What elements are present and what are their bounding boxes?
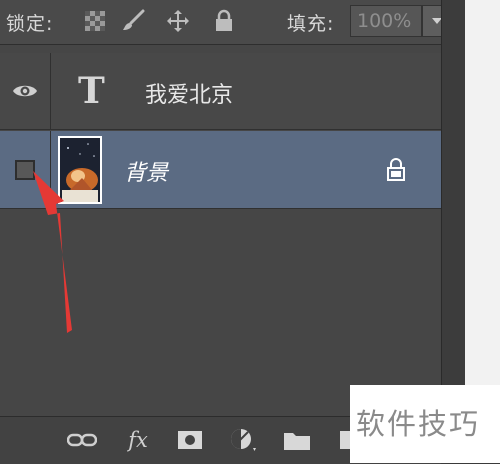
layer-name[interactable]: 我爱北京	[145, 77, 233, 109]
fill-label: 填充:	[287, 13, 335, 35]
lock-label: 锁定:	[6, 13, 54, 35]
lock-all-icon[interactable]	[211, 8, 237, 34]
visibility-toggle[interactable]	[0, 131, 51, 208]
lock-position-icon[interactable]	[165, 8, 191, 34]
watermark: 软件技巧	[350, 385, 500, 463]
watermark-text: 软件技巧	[356, 407, 481, 441]
eye-icon	[13, 85, 37, 97]
layer-style-icon[interactable]: fx	[122, 427, 154, 453]
layer-thumbnail[interactable]	[58, 136, 102, 204]
visibility-toggle[interactable]	[0, 53, 51, 129]
lock-bar: 锁定: 填充: 100%	[0, 0, 452, 45]
lock-transparent-pixels-icon[interactable]	[82, 8, 108, 34]
layer-row-text[interactable]: T 我爱北京	[0, 53, 441, 130]
adjustment-layer-icon[interactable]	[228, 427, 260, 453]
link-layers-icon[interactable]	[66, 427, 98, 453]
lock-image-pixels-icon[interactable]	[120, 8, 146, 34]
layer-name[interactable]: 背景	[124, 155, 168, 187]
fill-input[interactable]: 100%	[350, 5, 422, 37]
layer-lock-icon	[386, 157, 406, 185]
text-layer-icon: T	[78, 70, 105, 112]
new-group-icon[interactable]	[282, 427, 312, 453]
add-mask-icon[interactable]	[176, 427, 204, 453]
layer-row-background[interactable]: 背景	[0, 131, 441, 209]
visibility-checkbox[interactable]	[15, 159, 35, 180]
